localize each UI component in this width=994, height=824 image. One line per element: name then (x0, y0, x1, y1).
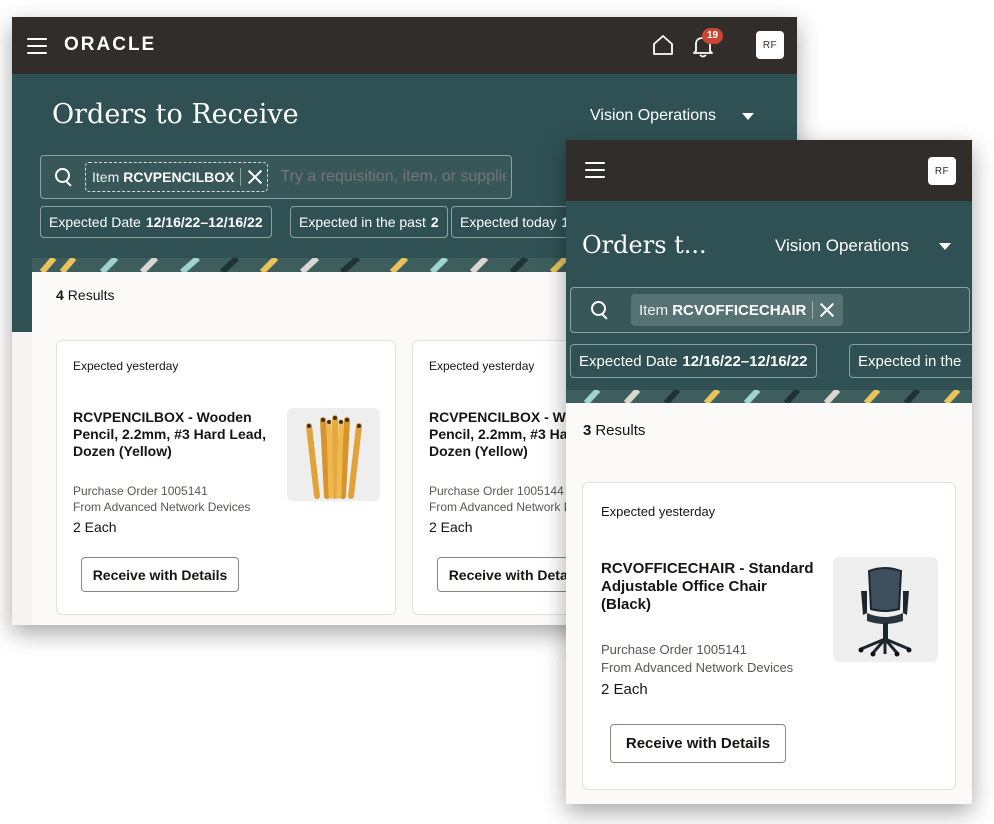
expected-label: Expected yesterday (601, 504, 716, 519)
filter-value: 2 (430, 214, 439, 230)
item-title: RCVOFFICECHAIR - Standard Adjustable Off… (601, 560, 814, 613)
chip-value: RCVPENCILBOX (123, 169, 235, 185)
avatar[interactable]: RF (756, 31, 784, 59)
results-number: 4 (56, 287, 64, 303)
hero-banner: Orders t... Vision Operations Item RCVOF… (566, 201, 972, 398)
menu-icon[interactable] (585, 162, 605, 178)
purchase-order: Purchase Order 1005141 (601, 642, 747, 657)
home-icon[interactable] (652, 34, 674, 56)
filter-expected-past[interactable]: Expected in the (849, 344, 972, 378)
filter-expected-date[interactable]: Expected Date 12/16/22–12/16/22 (570, 344, 817, 378)
filter-label: Expected today (460, 214, 557, 230)
chevron-down-icon (938, 242, 951, 250)
supplier: From Advanced Network Devices (601, 660, 794, 675)
page-title: Orders to Receive (52, 99, 299, 130)
avatar[interactable]: RF (928, 157, 956, 185)
quantity: 2 Each (429, 519, 473, 535)
filter-label: Expected in the (858, 352, 962, 370)
filter-value: 12/16/22–12/16/22 (682, 352, 808, 370)
office-chair-image (833, 557, 938, 662)
chip-divider (240, 168, 242, 186)
business-unit-label: Vision Operations (775, 236, 909, 255)
search-input[interactable] (278, 167, 509, 187)
results-count: 3 Results (583, 422, 645, 439)
business-unit-label: Vision Operations (590, 107, 716, 124)
front-window: RF Orders t... Vision Operations Item RC… (566, 140, 972, 804)
pencils-image (287, 408, 380, 501)
filter-expected-date[interactable]: Expected Date 12/16/22–12/16/22 (40, 206, 272, 238)
quantity: 2 Each (73, 519, 117, 535)
expected-label: Expected yesterday (73, 359, 179, 373)
results-count: 4 Results (56, 287, 114, 303)
quantity: 2 Each (601, 681, 648, 698)
decorative-pattern (32, 258, 592, 272)
order-card[interactable]: Expected yesterday RCVOFFICECHAIR - Stan… (582, 482, 956, 790)
search-icon (591, 301, 609, 319)
search-bar[interactable]: Item RCVPENCILBOX (40, 155, 512, 199)
app-header: RF (566, 140, 972, 201)
search-bar[interactable]: Item RCVOFFICECHAIR (570, 287, 970, 333)
filter-expected-today[interactable]: Expected today 1 (451, 206, 579, 238)
office-chair-icon (858, 567, 912, 657)
decorative-pattern (566, 390, 972, 403)
chip-label: Item (92, 169, 120, 185)
chip-value: RCVOFFICECHAIR (672, 301, 807, 319)
app-header: ORACLE 19 RF (12, 17, 797, 74)
filter-label: Expected in the past (299, 214, 426, 230)
expected-label: Expected yesterday (429, 359, 535, 373)
business-unit-select[interactable]: Vision Operations (775, 236, 951, 256)
brand-logo: ORACLE (64, 34, 157, 55)
filter-label: Expected Date (579, 352, 678, 370)
close-icon[interactable] (247, 169, 263, 185)
filter-label: Expected Date (49, 214, 141, 230)
business-unit-select[interactable]: Vision Operations (590, 107, 754, 125)
chip-divider (812, 301, 814, 319)
receive-with-details-button[interactable]: Receive with Details (610, 724, 786, 763)
filter-expected-past[interactable]: Expected in the past 2 (290, 206, 448, 238)
pencils-icon (306, 415, 362, 499)
chip-label: Item (639, 301, 669, 319)
notification-badge: 19 (702, 28, 724, 44)
purchase-order: Purchase Order 1005141 (73, 484, 208, 498)
results-number: 3 (583, 422, 592, 439)
search-icon (55, 168, 73, 186)
page-title: Orders t... (582, 231, 707, 259)
order-card[interactable]: Expected yesterday RCVPENCILBOX - Wooden… (56, 340, 396, 615)
results-label: Results (595, 422, 646, 439)
item-filter-chip[interactable]: Item RCVOFFICECHAIR (631, 294, 844, 326)
chevron-down-icon (742, 112, 754, 120)
item-title: RCVPENCILBOX - Wooden Pencil, 2.2mm, #3 … (73, 409, 266, 459)
results-label: Results (67, 287, 115, 303)
purchase-order: Purchase Order 1005144 (429, 484, 564, 498)
filter-value: 12/16/22–12/16/22 (145, 214, 263, 230)
menu-icon[interactable] (27, 38, 47, 54)
supplier: From Advanced Network Devices (73, 500, 251, 514)
receive-with-details-button[interactable]: Receive with Details (81, 557, 239, 592)
item-filter-chip[interactable]: Item RCVPENCILBOX (85, 162, 269, 192)
close-icon[interactable] (819, 302, 835, 318)
